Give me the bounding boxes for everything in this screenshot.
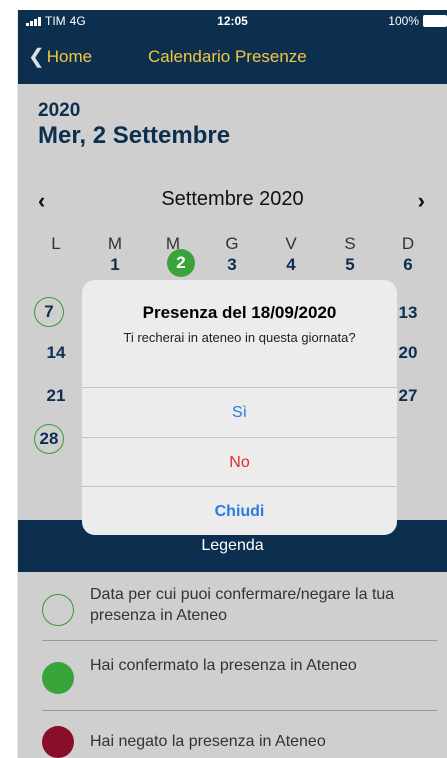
legend-text: Hai negato la presenza in Ateneo [90, 733, 326, 750]
empty-circle-icon [42, 594, 74, 626]
presence-dialog: Presenza del 18/09/2020 Ti recherai in a… [82, 280, 397, 535]
legend-divider [42, 640, 437, 641]
legend-text: Hai confermato la presenza in Ateneo [90, 657, 357, 674]
calendar-day-available[interactable]: 7 [34, 297, 64, 327]
weekday-label: L [51, 234, 61, 253]
battery-label: 100% [388, 14, 419, 28]
next-month-button[interactable]: › [418, 188, 425, 214]
back-button[interactable]: ❮ Home [28, 47, 92, 67]
dialog-title: Presenza del 18/09/2020 [142, 303, 337, 322]
calendar-day[interactable]: 4 [273, 250, 309, 280]
calendar-day[interactable]: 3 [214, 250, 250, 280]
legend-text: Data per cui puoi confermare/negare la t… [90, 586, 395, 624]
calendar-day-available[interactable]: 28 [34, 424, 64, 454]
page-title: Calendario Presenze [148, 47, 307, 66]
month-label: Settembre 2020 [161, 188, 304, 210]
legend-divider [42, 710, 437, 711]
calendar-day[interactable]: 6 [390, 250, 426, 280]
back-label: Home [46, 47, 93, 66]
calendar-day[interactable]: 14 [38, 338, 74, 368]
no-button[interactable]: No [82, 437, 397, 487]
status-bar: TIM 4G 12:05 100% [18, 10, 447, 32]
selected-year: 2020 [38, 100, 81, 121]
selected-date: Mer, 2 Settembre [38, 122, 231, 149]
close-button[interactable]: Chiudi [82, 486, 397, 535]
calendar-day[interactable]: 1 [97, 250, 133, 280]
calendar-day[interactable]: 5 [332, 250, 368, 280]
status-time: 12:05 [217, 14, 248, 28]
legend-title: Legenda [201, 537, 264, 554]
green-dot-icon [42, 662, 74, 694]
navigation-bar: ❮ Home Calendario Presenze [18, 32, 447, 84]
chevron-left-icon: ❮ [28, 46, 45, 68]
yes-button[interactable]: Sì [82, 387, 397, 437]
calendar-day[interactable]: 21 [38, 381, 74, 411]
red-dot-icon [42, 726, 74, 758]
month-navigator: ‹ Settembre 2020 › [18, 188, 447, 218]
app-screen: TIM 4G 12:05 100% ❮ Home Calendario Pres… [18, 10, 447, 758]
battery-group: 100% [388, 14, 447, 28]
calendar-day-confirmed[interactable]: 2 [167, 249, 195, 277]
battery-icon [423, 15, 447, 27]
dialog-message: Ti recherai in ateneo in questa giornata… [123, 330, 356, 345]
